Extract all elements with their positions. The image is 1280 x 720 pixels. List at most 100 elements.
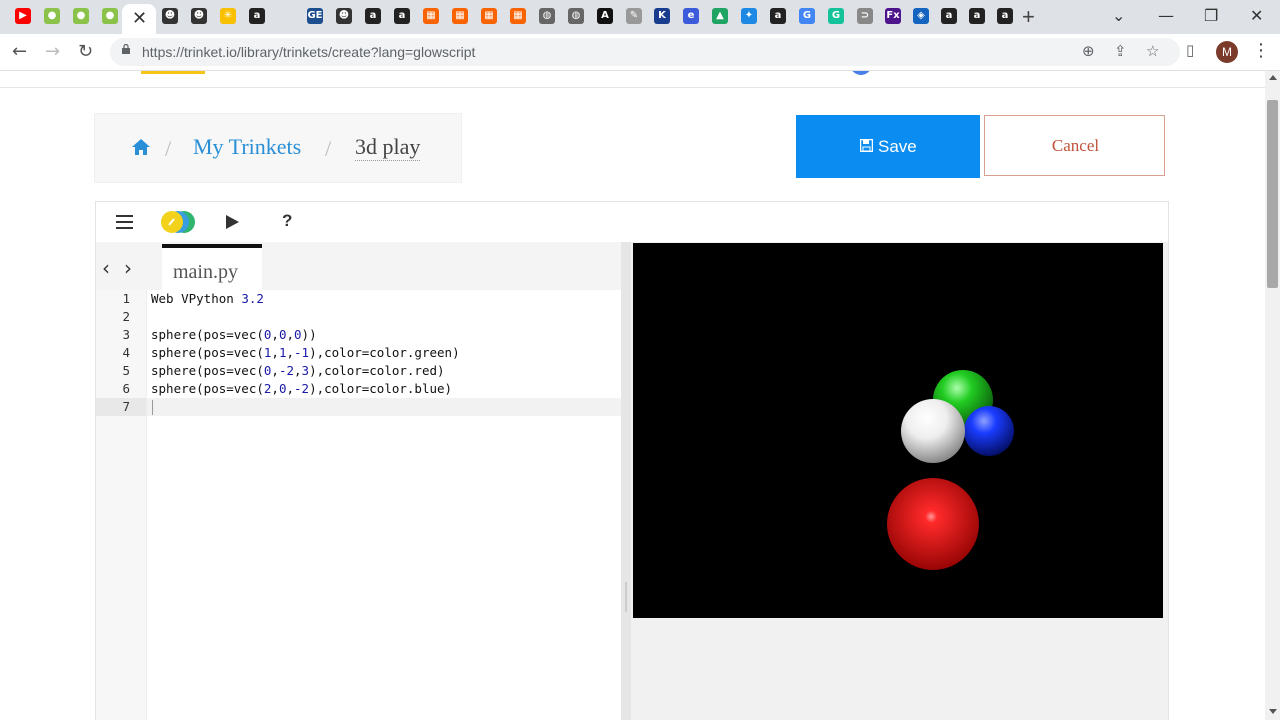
drive-icon[interactable]: ▲: [712, 8, 728, 24]
3d-canvas[interactable]: [633, 243, 1163, 618]
avatar-icon[interactable]: ☻: [162, 8, 178, 24]
blank-icon[interactable]: [278, 8, 294, 24]
amazon-icon[interactable]: a: [969, 8, 985, 24]
line-number: 7: [122, 399, 130, 414]
home-icon[interactable]: [131, 138, 151, 156]
page-content: / My Trinkets / 3d play Save Cancel ? ‹ …: [0, 71, 1265, 720]
scroll-up-arrow-icon[interactable]: [1269, 75, 1277, 80]
active-line-highlight: [147, 398, 621, 416]
file-tab-label: main.py: [173, 261, 238, 283]
run-icon[interactable]: [224, 214, 240, 230]
minimize-icon[interactable]: —: [1158, 6, 1174, 25]
letter-icon[interactable]: K: [654, 8, 670, 24]
lock-icon: [122, 44, 130, 54]
breadcrumb: / My Trinkets / 3d play: [94, 113, 462, 183]
browser-toolbar: ← → ↻ https://trinket.io/library/trinket…: [0, 34, 1280, 71]
tab-main-py[interactable]: main.py: [162, 244, 262, 290]
text-cursor: [152, 400, 153, 415]
share-icon[interactable]: ⇪: [1114, 42, 1127, 60]
code-line[interactable]: sphere(pos=vec(0,0,0)): [151, 326, 317, 344]
new-tab-button[interactable]: +: [1022, 4, 1035, 30]
trinket-editor: ? ‹ › main.py 1 2 3 4 5 6 7 Web VPython …: [95, 201, 1169, 720]
close-tab-icon[interactable]: ✕: [132, 8, 147, 29]
line-number: 1: [122, 291, 130, 306]
amazon-icon[interactable]: a: [394, 8, 410, 24]
code-line[interactable]: sphere(pos=vec(2,0,-2),color=color.blue): [151, 380, 452, 398]
white-sphere: [901, 399, 965, 463]
globe-icon[interactable]: ◍: [568, 8, 584, 24]
amazon-icon[interactable]: a: [997, 8, 1013, 24]
zoom-icon[interactable]: ⊕: [1082, 42, 1095, 60]
code-editor[interactable]: Web VPython 3.2 sphere(pos=vec(0,0,0)) s…: [147, 290, 621, 720]
chevron-left-icon[interactable]: ‹: [102, 256, 110, 280]
code-line[interactable]: Web VPython 3.2: [151, 290, 264, 308]
active-tab[interactable]: ✕: [122, 4, 156, 34]
adobe-icon[interactable]: A: [597, 8, 613, 24]
splitter-handle[interactable]: [625, 582, 627, 612]
scroll-thumb[interactable]: [1267, 100, 1278, 288]
glowscript-logo-icon[interactable]: [158, 210, 198, 234]
header-avatar: [850, 71, 872, 75]
youtube-icon[interactable]: ▶: [15, 8, 31, 24]
browser-menu-icon[interactable]: ⋮: [1252, 40, 1270, 61]
close-window-icon[interactable]: ✕: [1250, 6, 1263, 25]
line-number: 4: [122, 345, 130, 360]
homedepot-icon[interactable]: ▦: [481, 8, 497, 24]
save-label: Save: [878, 137, 917, 156]
app-icon[interactable]: ✦: [741, 8, 757, 24]
avatar-icon[interactable]: ☻: [191, 8, 207, 24]
tab-search-icon[interactable]: ⌄: [1112, 6, 1125, 25]
amazon-icon[interactable]: a: [770, 8, 786, 24]
pane-splitter[interactable]: [621, 242, 631, 720]
cancel-label: Cancel: [1051, 136, 1100, 155]
pen-icon[interactable]: ✎: [626, 8, 642, 24]
homedepot-icon[interactable]: ▦: [510, 8, 526, 24]
amazon-icon[interactable]: a: [249, 8, 265, 24]
restore-icon[interactable]: ❐: [1204, 6, 1218, 25]
url-text: https://trinket.io/library/trinkets/crea…: [142, 44, 476, 60]
globe-icon[interactable]: ◍: [539, 8, 555, 24]
glowscript-icon[interactable]: ●: [102, 8, 118, 24]
glowscript-icon[interactable]: ●: [73, 8, 89, 24]
google-icon[interactable]: G: [799, 8, 815, 24]
help-icon[interactable]: ?: [282, 211, 292, 231]
forward-icon[interactable]: →: [45, 41, 60, 62]
walmart-icon[interactable]: ✳: [220, 8, 236, 24]
breadcrumb-my-trinkets[interactable]: My Trinkets: [193, 134, 301, 160]
homedepot-icon[interactable]: ▦: [423, 8, 439, 24]
amazon-icon[interactable]: a: [941, 8, 957, 24]
bookmark-star-icon[interactable]: ☆: [1146, 42, 1159, 60]
header-accent: [141, 71, 205, 74]
glowscript-icon[interactable]: ●: [44, 8, 60, 24]
ge-icon[interactable]: GE: [307, 8, 323, 24]
save-button[interactable]: Save: [796, 115, 980, 178]
reload-icon[interactable]: ↻: [78, 41, 93, 62]
cancel-button[interactable]: Cancel: [984, 115, 1165, 176]
e-icon[interactable]: e: [683, 8, 699, 24]
browser-tab-strip: ▶ ● ● ● ☻ ☻ ✳ a GE ☻ a a ▦ ▦ ▦ ▦ ◍ ◍ A ✎ Ke ▲ ✦ a G G ⊃ Fx ◈ a a a ✕ + …: [0, 0, 1280, 34]
code-line[interactable]: sphere(pos=vec(0,-2,3),color=color.red): [151, 362, 445, 380]
chevron-right-icon[interactable]: ›: [124, 256, 132, 280]
code-line[interactable]: sphere(pos=vec(1,1,-1),color=color.green…: [151, 344, 460, 362]
homedepot-icon[interactable]: ▦: [452, 8, 468, 24]
blue-sphere: [964, 406, 1014, 456]
drop-icon[interactable]: ◈: [913, 8, 929, 24]
page-scrollbar[interactable]: [1265, 71, 1280, 720]
output-pane: [631, 242, 1168, 720]
trinket-name[interactable]: 3d play: [355, 134, 421, 161]
amazon-icon[interactable]: a: [365, 8, 381, 24]
menu-icon[interactable]: [116, 215, 133, 229]
fedex-icon[interactable]: Fx: [885, 8, 901, 24]
grammarly-icon[interactable]: G: [828, 8, 844, 24]
avatar-icon[interactable]: ☻: [336, 8, 352, 24]
editor-toolbar: ?: [96, 202, 1168, 243]
arrow-icon[interactable]: ⊃: [857, 8, 873, 24]
file-tab-bar: ‹ › main.py: [96, 242, 621, 291]
profile-avatar[interactable]: M: [1216, 41, 1238, 63]
back-icon[interactable]: ←: [12, 41, 27, 62]
side-panel-icon[interactable]: ▯: [1186, 41, 1194, 59]
address-bar[interactable]: https://trinket.io/library/trinkets/crea…: [110, 38, 1180, 66]
floppy-disk-icon: [860, 139, 873, 152]
site-header-remnant: [0, 71, 1265, 88]
scroll-down-arrow-icon[interactable]: [1269, 709, 1277, 714]
